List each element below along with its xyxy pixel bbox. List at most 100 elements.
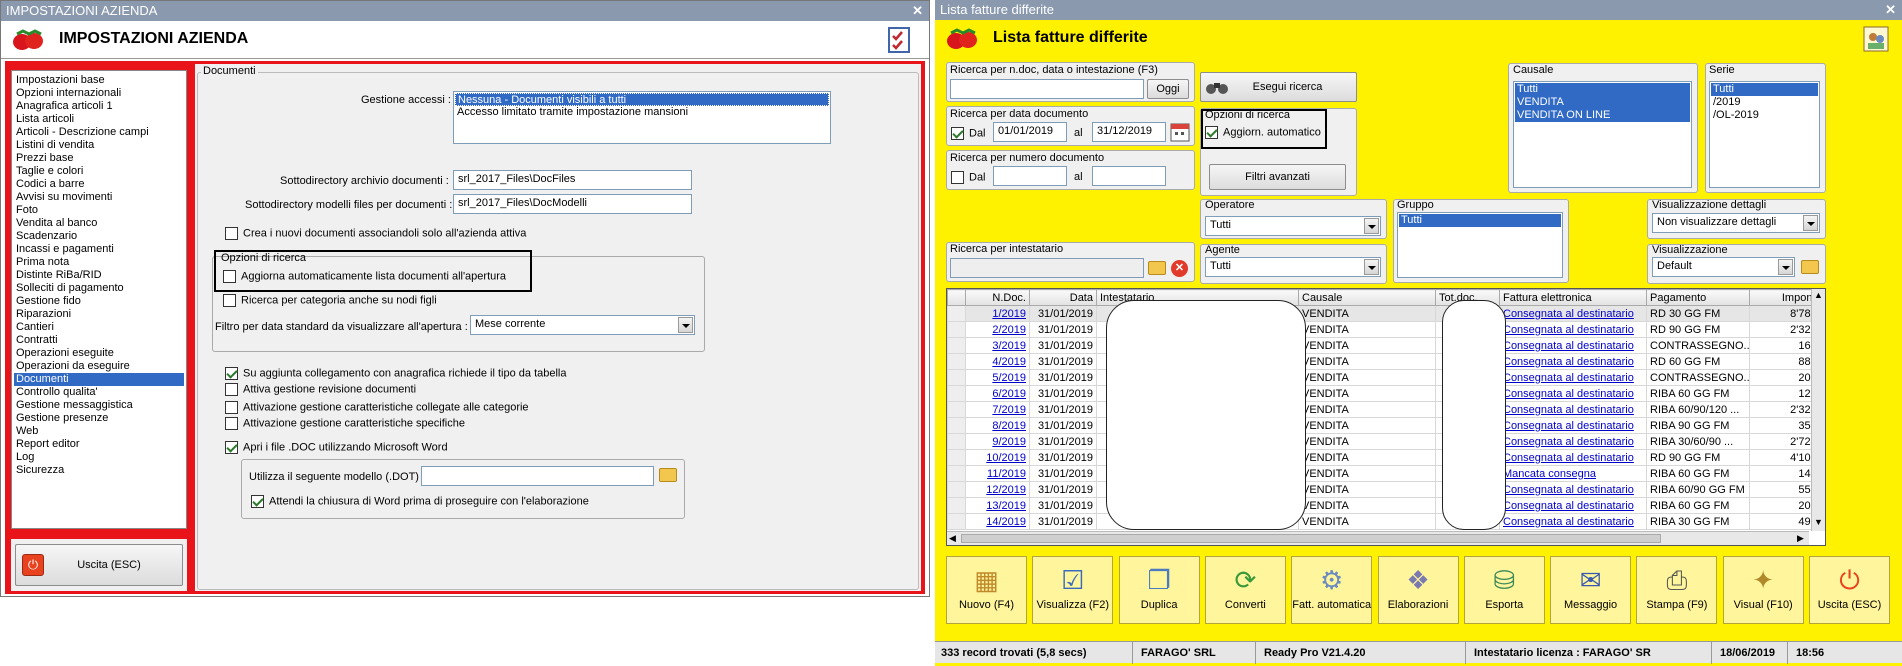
num-dal-checkbox[interactable]: Dal <box>951 171 986 184</box>
settings-sidebar[interactable]: Impostazioni base Opzioni internazionali A… <box>11 70 187 529</box>
sidebar-item[interactable]: Contratti <box>14 334 184 347</box>
serie-option[interactable]: /2019 <box>1711 96 1818 109</box>
gestione-accessi-list[interactable]: Nessuna - Documenti visibili a tutti Acc… <box>453 91 831 144</box>
scroll-down-icon[interactable]: ▼ <box>1814 517 1823 527</box>
scroll-thumb[interactable] <box>961 534 1661 543</box>
dal-checkbox[interactable]: Dal <box>951 127 986 140</box>
table-cell[interactable]: 8/2019 <box>965 417 1030 434</box>
sidebar-item[interactable]: Solleciti di pagamento <box>14 282 184 295</box>
sidebar-item[interactable]: Avvisi su movimenti <box>14 191 184 204</box>
table-row[interactable]: 5/2019 31/01/2019 VENDITA Consegnata al des… <box>947 369 1825 386</box>
row-selector[interactable] <box>947 353 966 370</box>
table-cell[interactable]: Consegnata al destinatario <box>1499 513 1647 530</box>
checkbox-box[interactable] <box>225 441 238 454</box>
folder-icon[interactable] <box>659 468 677 482</box>
table-cell[interactable]: Consegnata al destinatario <box>1499 449 1647 466</box>
table-cell[interactable]: Consegnata al destinatario <box>1499 369 1647 386</box>
serie-option[interactable]: /OL-2019 <box>1711 109 1818 122</box>
sidebar-item[interactable]: Impostazioni base <box>14 74 184 87</box>
checklist-icon[interactable] <box>887 27 911 53</box>
sidebar-item[interactable]: Log <box>14 451 184 464</box>
row-selector[interactable] <box>947 497 966 514</box>
table-row[interactable]: 3/2019 31/01/2019 VENDITA Consegnata al des… <box>947 337 1825 354</box>
sidebar-item[interactable]: Sicurezza <box>14 464 184 477</box>
table-cell[interactable]: 7/2019 <box>965 401 1030 418</box>
table-row[interactable]: 1/2019 31/01/2019 VENDITA Consegnata al des… <box>947 305 1825 322</box>
column-header[interactable]: Pagamento <box>1646 289 1750 306</box>
causale-list[interactable]: Tutti VENDITA VENDITA ON LINE <box>1513 81 1692 188</box>
row-selector[interactable] <box>947 433 966 450</box>
al-date-input[interactable]: 31/12/2019 <box>1092 122 1166 142</box>
table-row[interactable]: 6/2019 31/01/2019 VENDITA Consegnata al des… <box>947 385 1825 402</box>
oggi-button[interactable]: Oggi <box>1147 79 1189 99</box>
table-cell[interactable]: Consegnata al destinatario <box>1499 305 1647 322</box>
table-row[interactable]: 13/2019 31/01/2019 VENDITA Consegnata al de… <box>947 497 1825 514</box>
folder-icon[interactable] <box>1801 260 1819 274</box>
table-cell[interactable]: Consegnata al destinatario <box>1499 321 1647 338</box>
sidebar-item[interactable]: Anagrafica articoli 1 <box>14 100 184 113</box>
toolbar-button[interactable]: ❖ Elaborazioni <box>1377 556 1459 624</box>
row-selector[interactable] <box>947 337 966 354</box>
visualizzazione-select[interactable]: Default <box>1652 257 1795 277</box>
table-cell[interactable]: Consegnata al destinatario <box>1499 337 1647 354</box>
table-cell[interactable]: Consegnata al destinatario <box>1499 385 1647 402</box>
table-row[interactable]: 8/2019 31/01/2019 VENDITA Consegnata al des… <box>947 417 1825 434</box>
sidebar-item[interactable]: Incassi e pagamenti <box>14 243 184 256</box>
serie-list[interactable]: Tutti /2019 /OL-2019 <box>1709 81 1820 188</box>
sidebar-item[interactable]: Listini di vendita <box>14 139 184 152</box>
toolbar-button[interactable]: ⛁ Esporta <box>1463 556 1545 624</box>
checkbox-box[interactable] <box>1205 126 1218 139</box>
sidebar-item[interactable]: Report editor <box>14 438 184 451</box>
checkbox-box[interactable] <box>951 127 964 140</box>
table-cell[interactable]: 9/2019 <box>965 433 1030 450</box>
table-cell[interactable]: Consegnata al destinatario <box>1499 497 1647 514</box>
table-cell[interactable]: 5/2019 <box>965 369 1030 386</box>
row-selector[interactable] <box>947 465 966 482</box>
table-cell[interactable]: 10/2019 <box>965 449 1030 466</box>
column-header[interactable]: Data <box>1029 289 1097 306</box>
table-cell[interactable]: Consegnata al destinatario <box>1499 353 1647 370</box>
scroll-up-icon[interactable]: ▲ <box>1814 290 1823 300</box>
gruppo-option[interactable]: Tutti <box>1399 214 1561 227</box>
apri-doc-checkbox[interactable]: Apri i file .DOC utilizzando Microsoft W… <box>225 441 448 454</box>
ricerca-ndoc-input[interactable] <box>950 79 1144 99</box>
row-selector[interactable] <box>947 401 966 418</box>
exit-button[interactable]: ⏻ Uscita (ESC) <box>15 544 183 586</box>
operatore-select[interactable]: Tutti <box>1205 216 1381 236</box>
sidebar-item[interactable]: Scadenzario <box>14 230 184 243</box>
horizontal-scrollbar[interactable]: ◀ ▶ <box>947 531 1809 545</box>
table-cell[interactable]: Mancata consegna <box>1499 465 1647 482</box>
checkbox-box[interactable] <box>251 495 264 508</box>
row-selector[interactable] <box>947 513 966 530</box>
sidebar-item[interactable]: Articoli - Descrizione campi <box>14 126 184 139</box>
sidebar-item[interactable]: Codici a barre <box>14 178 184 191</box>
chevron-down-icon[interactable] <box>1803 215 1818 231</box>
sidebar-item[interactable]: Gestione presenze <box>14 412 184 425</box>
sidebar-item[interactable]: Documenti <box>14 373 184 386</box>
table-row[interactable]: 4/2019 31/01/2019 VENDITA Consegnata al des… <box>947 353 1825 370</box>
toolbar-button[interactable]: ✦ Visual (F10) <box>1722 556 1804 624</box>
sidebar-item[interactable]: Gestione messaggistica <box>14 399 184 412</box>
toolbar-button[interactable]: ⏻ Uscita (ESC) <box>1809 556 1890 624</box>
toolbar-button[interactable]: ⚙ Fatt. automatica <box>1291 556 1373 624</box>
su-aggiunta-checkbox[interactable]: Su aggiunta collegamento con anagrafica … <box>225 367 567 380</box>
causale-option[interactable]: Tutti <box>1515 83 1690 96</box>
contacts-icon[interactable] <box>1862 25 1890 53</box>
folder-icon[interactable] <box>1148 261 1166 275</box>
causale-option[interactable]: VENDITA ON LINE <box>1515 109 1690 122</box>
visual-dettagli-select[interactable]: Non visualizzare dettagli <box>1652 213 1820 233</box>
checkbox-box[interactable] <box>225 367 238 380</box>
table-cell[interactable]: Consegnata al destinatario <box>1499 417 1647 434</box>
table-row[interactable]: 14/2019 31/01/2019 VENDITA Consegnata al de… <box>947 513 1825 530</box>
table-cell[interactable]: 3/2019 <box>965 337 1030 354</box>
table-cell[interactable]: 6/2019 <box>965 385 1030 402</box>
row-selector[interactable] <box>947 385 966 402</box>
table-cell[interactable]: Consegnata al destinatario <box>1499 433 1647 450</box>
table-row[interactable]: 2/2019 31/01/2019 VENDITA Consegnata al des… <box>947 321 1825 338</box>
sottodir-archivio-input[interactable]: srl_2017_Files\DocFiles <box>453 170 692 190</box>
table-cell[interactable]: Consegnata al destinatario <box>1499 481 1647 498</box>
sidebar-item[interactable]: Lista articoli <box>14 113 184 126</box>
attendi-word-checkbox[interactable]: Attendi la chiusura di Word prima di pro… <box>251 495 589 508</box>
aggiorna-auto-checkbox[interactable]: Aggiorna automaticamente lista documenti… <box>223 270 506 283</box>
row-selector[interactable] <box>947 481 966 498</box>
